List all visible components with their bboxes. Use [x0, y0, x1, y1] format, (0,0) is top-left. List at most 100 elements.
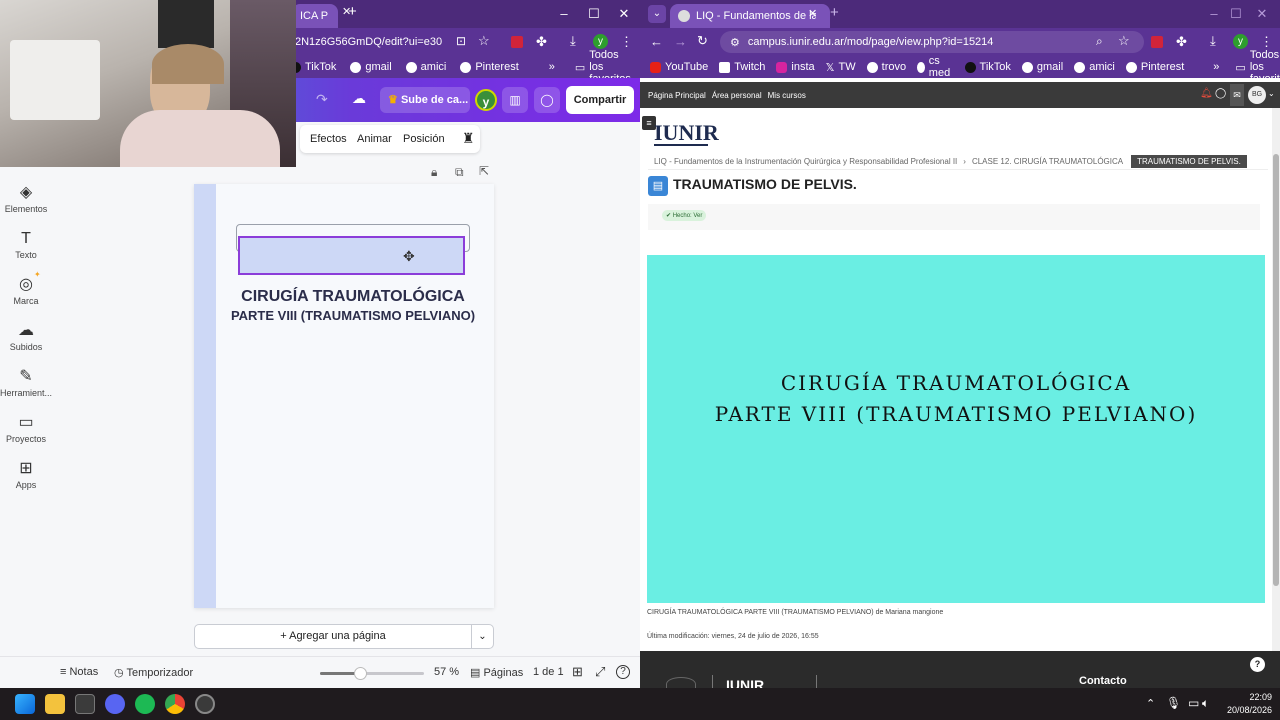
sidebar-item-brand[interactable]: ✦ ◎ Marca	[0, 270, 52, 306]
extensions-puzzle-icon[interactable]: ✤	[536, 34, 547, 50]
bookmark-twitch[interactable]: Twitch	[719, 61, 765, 73]
chrome-icon[interactable]	[165, 694, 185, 714]
zoom-slider[interactable]	[320, 667, 424, 680]
bookmark-tw[interactable]: 𝕏 TW	[826, 61, 856, 74]
nav-my-courses[interactable]: Mis cursos	[768, 91, 806, 100]
forward-icon[interactable]: →	[674, 34, 687, 49]
bell-icon[interactable]: 🔔︎	[1200, 88, 1213, 99]
download-icon[interactable]: ⤓	[1210, 33, 1216, 49]
tab-close-icon[interactable]: ✕	[808, 7, 817, 20]
microphone-icon[interactable]: 🎙︎	[1166, 696, 1181, 710]
sidebar-item-elements[interactable]: ◈ Elementos	[0, 182, 52, 214]
download-icon[interactable]: ⤓	[570, 33, 576, 49]
timer-button[interactable]: ◷ Temporizador	[114, 666, 193, 679]
zoom-search-icon[interactable]: ⌕	[1096, 34, 1103, 49]
new-tab-icon[interactable]: +	[348, 3, 357, 20]
breadcrumb-section[interactable]: CLASE 12. CIRUGÍA TRAUMATOLÓGICA	[972, 157, 1123, 166]
grid-view-icon[interactable]: ⊞	[572, 664, 583, 680]
sidebar-item-text[interactable]: T Texto	[0, 228, 52, 260]
slide-subtitle[interactable]: PARTE VIII (TRAUMATISMO PELVIANO)	[194, 308, 512, 323]
bookmark-tiktok[interactable]: TikTok	[290, 61, 336, 73]
tab-list-icon[interactable]: ⌄	[648, 5, 666, 23]
fullscreen-icon[interactable]: ⤢	[595, 664, 605, 680]
nav-home[interactable]: Página Principal	[648, 91, 706, 100]
discord-icon[interactable]	[105, 694, 125, 714]
translate-icon[interactable]: ⊡	[456, 34, 466, 48]
spotify-icon[interactable]	[135, 694, 155, 714]
bookmark-gmail[interactable]: gmail	[1021, 61, 1063, 73]
bookmark-youtube[interactable]: YouTube	[650, 61, 708, 73]
obs-icon[interactable]	[195, 694, 215, 714]
zoom-slider-handle[interactable]	[353, 667, 367, 680]
sidebar-item-projects[interactable]: ▭ Proyectos	[0, 412, 52, 444]
redo-icon[interactable]: ↷	[316, 91, 328, 108]
lock-icon[interactable]: 🔒︎	[431, 165, 437, 180]
animate-button[interactable]: Animar	[357, 133, 392, 145]
comment-icon[interactable]: ◯	[534, 87, 560, 113]
profile-avatar[interactable]: y	[593, 34, 608, 49]
breadcrumb-course[interactable]: LIQ - Fundamentos de la Instrumentación …	[654, 157, 957, 166]
user-avatar[interactable]: y	[475, 89, 497, 111]
user-avatar[interactable]: BG	[1248, 86, 1266, 104]
canvas-page[interactable]: ✥ CIRUGÍA TRAUMATOLÓGICA PARTE VIII (TRA…	[194, 184, 494, 608]
site-info-icon[interactable]: ⚙	[730, 36, 740, 49]
page-scrollbar[interactable]	[1272, 108, 1280, 651]
share-button[interactable]: Compartir	[566, 86, 634, 114]
slide-title[interactable]: CIRUGÍA TRAUMATOLÓGICA	[194, 288, 512, 306]
bookmark-trovo[interactable]: trovo	[866, 61, 906, 73]
iunir-logo[interactable]: IUNIR	[654, 120, 719, 146]
tab-canva[interactable]: ICA P	[292, 4, 338, 28]
tray-overflow-icon[interactable]: ⌃	[1146, 697, 1155, 710]
duplicate-page-icon[interactable]: ⧉	[455, 165, 464, 180]
menu-kebab-icon[interactable]: ⋮	[1260, 34, 1273, 50]
star-icon[interactable]: ☆	[1118, 33, 1130, 49]
add-page-icon[interactable]: ⇱	[479, 164, 489, 178]
extension-icon[interactable]	[511, 36, 523, 48]
maximize-icon[interactable]: ☐	[578, 6, 610, 22]
effects-button[interactable]: Efectos	[310, 133, 347, 145]
user-menu-caret-icon[interactable]: ⌄	[1268, 89, 1275, 98]
profile-avatar[interactable]: y	[1233, 34, 1248, 49]
url-text[interactable]: campus.iunir.edu.ar/mod/page/view.php?id…	[748, 36, 994, 48]
star-icon[interactable]: ☆	[478, 33, 490, 49]
chat-icon[interactable]: ◯	[1215, 88, 1226, 99]
bookmark-cs-med[interactable]: cs med	[917, 55, 953, 79]
zoom-value[interactable]: 57 %	[434, 666, 459, 678]
clock-time[interactable]: 22:09	[1226, 692, 1272, 702]
volume-icon[interactable]: 🔈︎	[1202, 696, 1209, 711]
paint-roller-icon[interactable]: ♜	[462, 130, 475, 147]
selected-shape[interactable]: ✥	[238, 236, 465, 275]
new-tab-icon[interactable]: +	[830, 4, 839, 21]
insights-chart-icon[interactable]: ▥	[502, 87, 528, 113]
reload-icon[interactable]: ↻	[697, 33, 708, 49]
bookmark-pinterest[interactable]: Pinterest	[460, 61, 519, 73]
footer-contact-heading[interactable]: Contacto	[1079, 675, 1127, 687]
sidebar-item-tools[interactable]: ✎ Herramient...	[0, 366, 52, 398]
url-text[interactable]: 2N1z6G56GmDQ/edit?ui=e30	[295, 36, 442, 48]
back-icon[interactable]: ←	[650, 34, 663, 49]
pages-button[interactable]: ▤ Páginas	[470, 666, 523, 679]
extension-icon[interactable]	[1151, 36, 1163, 48]
sidebar-item-uploads[interactable]: ☁ Subidos	[0, 320, 52, 352]
upgrade-button[interactable]: ♛ Sube de ca...	[380, 87, 470, 113]
menu-kebab-icon[interactable]: ⋮	[620, 34, 633, 50]
bookmark-amici[interactable]: amici	[405, 61, 446, 73]
network-icon[interactable]: ▭	[1188, 696, 1199, 710]
tab-moodle[interactable]: LIQ - Fundamentos de la Instru	[670, 4, 830, 28]
clock-date[interactable]: 20/08/2026	[1220, 705, 1272, 715]
start-menu-icon[interactable]	[15, 694, 35, 714]
close-window-icon[interactable]: ✕	[608, 6, 640, 22]
minimize-icon[interactable]: –	[548, 6, 580, 21]
mail-icon[interactable]: ✉	[1230, 84, 1244, 106]
bookmark-insta[interactable]: insta	[776, 61, 815, 73]
sidebar-item-apps[interactable]: ⊞ Apps	[0, 458, 52, 490]
bookmarks-overflow-icon[interactable]: »	[549, 61, 555, 73]
chevron-down-icon[interactable]: ⌄	[471, 624, 494, 649]
bookmark-gmail[interactable]: gmail	[350, 61, 392, 73]
help-icon[interactable]: ?	[616, 665, 630, 679]
extensions-puzzle-icon[interactable]: ✤	[1176, 34, 1187, 50]
close-window-icon[interactable]: ✕	[1246, 6, 1278, 22]
address-bar[interactable]: ⚙ campus.iunir.edu.ar/mod/page/view.php?…	[720, 31, 1144, 53]
scrollbar-thumb[interactable]	[1273, 154, 1279, 586]
add-page-button[interactable]: + Agregar una página	[194, 624, 472, 649]
